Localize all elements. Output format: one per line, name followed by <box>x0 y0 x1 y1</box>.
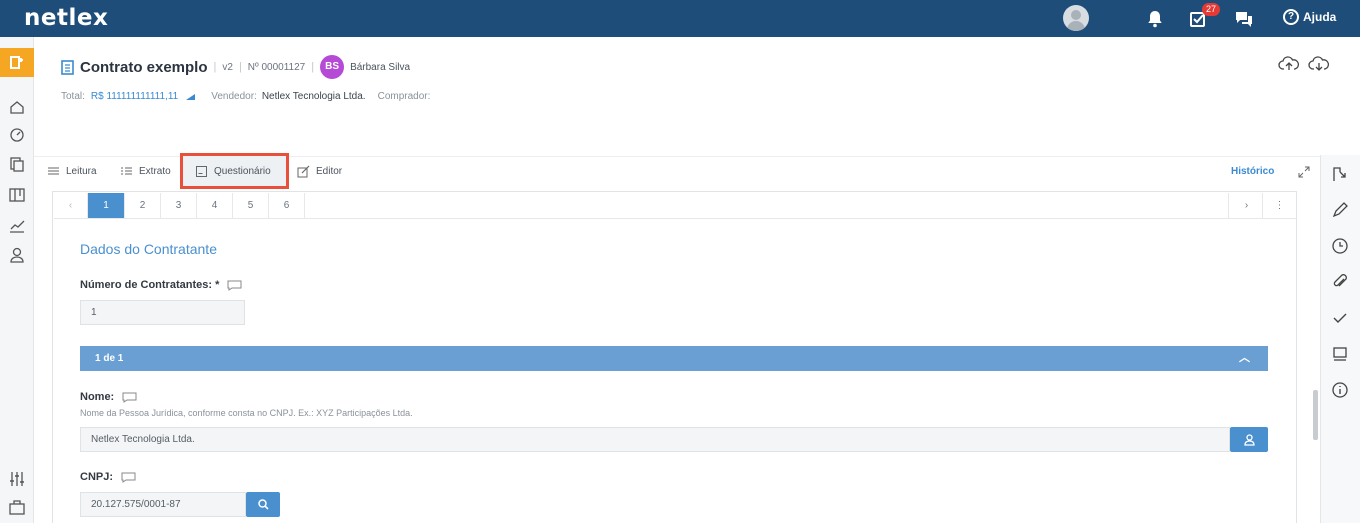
checkmark-icon[interactable] <box>1331 309 1349 327</box>
group-header-label: 1 de 1 <box>95 353 124 364</box>
separator: | <box>311 61 315 73</box>
total-value: R$ 111111111111,11 <box>90 91 179 102</box>
sidebar-item-new-document[interactable] <box>0 48 34 77</box>
owner-avatar[interactable]: BS <box>320 55 345 79</box>
comment-icon[interactable] <box>121 472 136 483</box>
seller-value: Netlex Tecnologia Ltda. <box>261 91 366 102</box>
nome-input[interactable]: Netlex Tecnologia Ltda. <box>80 427 1230 452</box>
page-button-6[interactable]: 6 <box>269 193 305 218</box>
cnpj-input[interactable]: 20.127.575/0001-87 <box>80 492 246 517</box>
document-header: Contrato exemplo | v2 | Nº 00001127 | BS… <box>61 55 410 79</box>
num-contratantes-field-label: Número de Contratantes: * <box>80 279 242 291</box>
cnpj-search-button[interactable] <box>246 492 280 517</box>
tab-leitura[interactable]: Leitura <box>47 156 97 187</box>
nome-label: Nome: <box>80 391 115 403</box>
tab-label: Editor <box>316 166 343 177</box>
select-person-button[interactable] <box>1230 427 1268 452</box>
document-title: Contrato exemplo <box>80 58 208 76</box>
user-icon <box>1243 434 1255 446</box>
home-icon[interactable] <box>7 97 27 117</box>
help-icon: ? <box>1283 9 1299 25</box>
history-clock-icon[interactable] <box>1331 237 1349 255</box>
document-icon <box>61 59 74 75</box>
help-label: Ajuda <box>1303 10 1337 24</box>
page-button-2[interactable]: 2 <box>125 193 161 218</box>
comment-icon[interactable] <box>122 392 137 403</box>
page-button-4[interactable]: 4 <box>197 193 233 218</box>
tab-label: Leitura <box>66 166 97 177</box>
briefcase-icon[interactable] <box>7 497 27 517</box>
expand-icon[interactable] <box>1298 166 1310 178</box>
cloud-download-icon[interactable] <box>1308 55 1330 73</box>
total-label: Total: <box>61 91 85 102</box>
comment-icon[interactable] <box>227 280 242 291</box>
page-button-5[interactable]: 5 <box>233 193 269 218</box>
reports-icon[interactable] <box>7 216 27 236</box>
search-icon <box>257 499 269 510</box>
document-number: Nº 00001127 <box>247 61 306 73</box>
chevron-up-icon[interactable]: ︿ <box>1239 346 1250 371</box>
signature-pen-icon[interactable] <box>1331 201 1349 219</box>
attachment-icon[interactable] <box>1331 273 1349 291</box>
bell-icon[interactable] <box>1145 9 1165 29</box>
new-document-icon <box>10 56 23 69</box>
tab-label: Extrato <box>139 166 171 177</box>
kanban-icon[interactable] <box>7 185 27 205</box>
document-summary: Total: R$ 111111111111,11 Vendedor: Netl… <box>61 91 435 102</box>
tab-label: Questionário <box>214 166 271 177</box>
num-contratantes-label: Número de Contratantes: * <box>80 279 220 291</box>
tasks-count-badge: 27 <box>1202 3 1220 16</box>
separator: | <box>213 61 217 73</box>
page-next-button[interactable]: › <box>1228 193 1264 218</box>
user-avatar[interactable] <box>1063 5 1089 31</box>
comment-icon[interactable] <box>1331 345 1349 363</box>
documents-icon[interactable] <box>7 154 27 174</box>
form-icon <box>196 166 207 177</box>
edit-icon <box>297 165 310 178</box>
section-title: Dados do Contratante <box>80 241 217 257</box>
page-button-1[interactable]: 1 <box>88 193 125 218</box>
user-icon[interactable] <box>7 245 27 265</box>
separator: | <box>238 61 242 73</box>
info-icon[interactable] <box>1331 381 1349 399</box>
help-button[interactable]: ? Ajuda <box>1283 9 1336 25</box>
tab-editor[interactable]: Editor <box>297 156 342 187</box>
cnpj-field-label: CNPJ: <box>80 471 136 483</box>
list-icon <box>121 167 132 175</box>
lines-icon <box>48 167 59 175</box>
chat-icon[interactable] <box>1234 9 1254 29</box>
seller-label: Vendedor: <box>211 91 257 102</box>
nome-field-label: Nome: <box>80 391 137 403</box>
total-expand-icon[interactable] <box>186 93 196 100</box>
document-version: v2 <box>222 61 233 73</box>
owner-name: Bárbara Silva <box>350 61 411 73</box>
history-link[interactable]: Histórico <box>1231 166 1274 177</box>
num-contratantes-input[interactable]: 1 <box>80 300 245 325</box>
page-navigation: ‹ 1 2 3 4 5 6 › ⋮ <box>54 193 1296 219</box>
dashboard-icon[interactable] <box>7 124 27 144</box>
page-more-button[interactable]: ⋮ <box>1262 193 1296 218</box>
page-button-3[interactable]: 3 <box>161 193 197 218</box>
nome-hint: Nome da Pessoa Jurídica, conforme consta… <box>80 408 413 418</box>
page-prev-button[interactable]: ‹ <box>54 193 88 218</box>
top-navbar: netlex 27 ? Ajuda <box>0 0 1360 37</box>
group-header-bar[interactable]: 1 de 1 ︿ <box>80 346 1268 371</box>
tab-extrato[interactable]: Extrato <box>120 156 171 187</box>
workflow-icon[interactable] <box>1331 165 1349 183</box>
cloud-upload-icon[interactable] <box>1278 55 1300 73</box>
settings-sliders-icon[interactable] <box>7 469 27 489</box>
scrollbar[interactable] <box>1313 390 1318 440</box>
buyer-label: Comprador: <box>377 91 431 102</box>
tab-questionario[interactable]: Questionário <box>195 156 271 187</box>
netlex-logo[interactable]: netlex <box>24 5 108 31</box>
cnpj-label: CNPJ: <box>80 471 114 483</box>
